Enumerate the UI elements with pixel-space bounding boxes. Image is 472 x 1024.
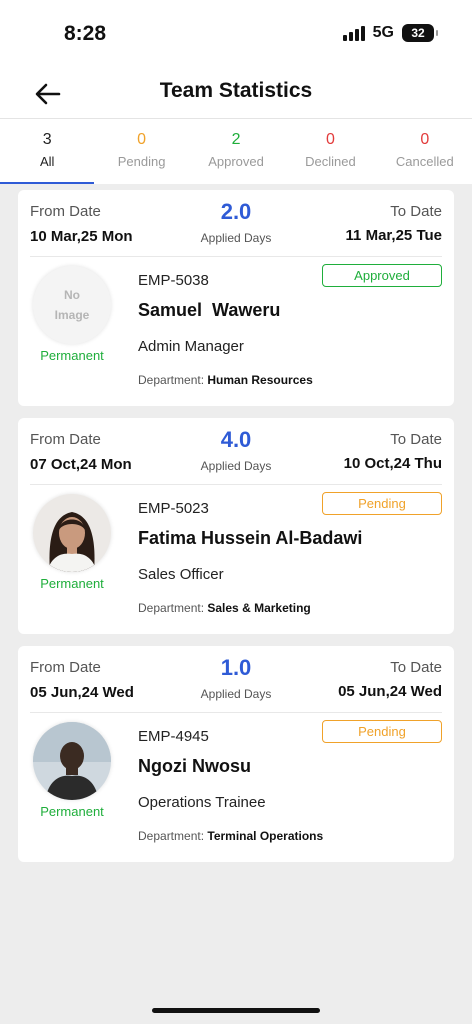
employment-type: Permanent bbox=[40, 348, 104, 363]
employee-id: EMP-5023 bbox=[138, 500, 209, 517]
avatar-placeholder: No Image bbox=[33, 266, 111, 344]
no-image-text: No Image bbox=[55, 285, 90, 325]
employee-role: Sales Officer bbox=[138, 566, 224, 583]
leave-request-card[interactable]: From Date 10 Mar,25 Mon 2.0 Applied Days… bbox=[18, 190, 454, 406]
department-line: Department: Terminal Operations bbox=[138, 829, 323, 843]
leave-request-card[interactable]: From Date 07 Oct,24 Mon 4.0 Applied Days… bbox=[18, 418, 454, 634]
tab-label: Approved bbox=[208, 154, 264, 169]
no-image-line: No bbox=[64, 288, 80, 302]
status-time: 8:28 bbox=[64, 22, 107, 45]
employment-type: Permanent bbox=[40, 804, 104, 819]
tab-all[interactable]: 3 All bbox=[0, 119, 95, 184]
to-date-label: To Date bbox=[390, 659, 442, 676]
tab-count: 0 bbox=[137, 131, 147, 148]
applied-days-value: 1.0 bbox=[220, 655, 252, 680]
leave-request-card[interactable]: From Date 05 Jun,24 Wed 1.0 Applied Days… bbox=[18, 646, 454, 862]
status-tabs: 3 All 0 Pending 2 Approved 0 Declined 0 … bbox=[0, 118, 472, 184]
employee-name: Samuel Waweru bbox=[138, 300, 281, 320]
employee-photo bbox=[33, 722, 111, 800]
tab-approved[interactable]: 2 Approved bbox=[189, 119, 283, 184]
date-summary: From Date 10 Mar,25 Mon 2.0 Applied Days… bbox=[30, 190, 442, 257]
department-value: Human Resources bbox=[207, 373, 313, 387]
to-date-value: 05 Jun,24 Wed bbox=[338, 683, 442, 700]
tab-label: Cancelled bbox=[395, 154, 454, 169]
tab-label: Pending bbox=[117, 154, 166, 169]
signal-icon bbox=[342, 25, 365, 41]
to-date-label: To Date bbox=[390, 203, 442, 220]
employee-name: Ngozi Nwosu bbox=[138, 756, 251, 776]
department-line: Department: Sales & Marketing bbox=[138, 601, 311, 615]
tab-declined[interactable]: 0 Declined bbox=[283, 119, 377, 184]
battery-level: 32 bbox=[411, 26, 425, 40]
tab-label: All bbox=[39, 154, 55, 169]
tab-count: 0 bbox=[420, 131, 430, 148]
tab-count: 2 bbox=[231, 131, 241, 148]
applied-days-value: 2.0 bbox=[220, 199, 252, 224]
status-bar: 8:28 5G 32 bbox=[0, 0, 472, 70]
battery-icon: 32 bbox=[402, 24, 438, 42]
network-type: 5G bbox=[372, 24, 394, 41]
applied-days-value: 4.0 bbox=[220, 427, 252, 452]
tab-count: 3 bbox=[42, 131, 52, 148]
employee-role: Admin Manager bbox=[138, 338, 244, 355]
employee-role: Operations Trainee bbox=[138, 794, 266, 811]
status-badge: Pending bbox=[322, 720, 442, 743]
department-label: Department: bbox=[138, 829, 205, 843]
department-label: Department: bbox=[138, 601, 205, 615]
status-badge: Pending bbox=[322, 492, 442, 515]
employee-id: EMP-5038 bbox=[138, 272, 209, 289]
no-image-line: Image bbox=[54, 308, 90, 322]
department-line: Department: Human Resources bbox=[138, 373, 313, 387]
status-indicators: 5G 32 bbox=[342, 24, 438, 42]
nav-bar: Team Statistics bbox=[0, 70, 472, 118]
tab-pending[interactable]: 0 Pending bbox=[94, 119, 188, 184]
to-date-value: 10 Oct,24 Thu bbox=[343, 455, 442, 472]
to-date-value: 11 Mar,25 Tue bbox=[345, 227, 442, 244]
avatar bbox=[33, 722, 111, 800]
tab-count: 0 bbox=[325, 131, 335, 148]
status-badge: Approved bbox=[322, 264, 442, 287]
employee-name: Fatima Hussein Al-Badawi bbox=[138, 528, 363, 548]
department-value: Terminal Operations bbox=[207, 829, 324, 843]
tab-label: Declined bbox=[305, 154, 356, 169]
date-summary: From Date 07 Oct,24 Mon 4.0 Applied Days… bbox=[30, 418, 442, 485]
department-value: Sales & Marketing bbox=[207, 601, 311, 615]
avatar bbox=[33, 494, 111, 572]
employee-id: EMP-4945 bbox=[138, 728, 209, 745]
department-label: Department: bbox=[138, 373, 205, 387]
date-summary: From Date 05 Jun,24 Wed 1.0 Applied Days… bbox=[30, 646, 442, 713]
tab-cancelled[interactable]: 0 Cancelled bbox=[378, 119, 472, 184]
page-title: Team Statistics bbox=[159, 79, 313, 102]
employee-photo bbox=[33, 494, 111, 572]
to-date-label: To Date bbox=[390, 431, 442, 448]
home-indicator[interactable] bbox=[152, 1008, 320, 1013]
leave-request-list: From Date 10 Mar,25 Mon 2.0 Applied Days… bbox=[18, 190, 454, 874]
employment-type: Permanent bbox=[40, 576, 104, 591]
